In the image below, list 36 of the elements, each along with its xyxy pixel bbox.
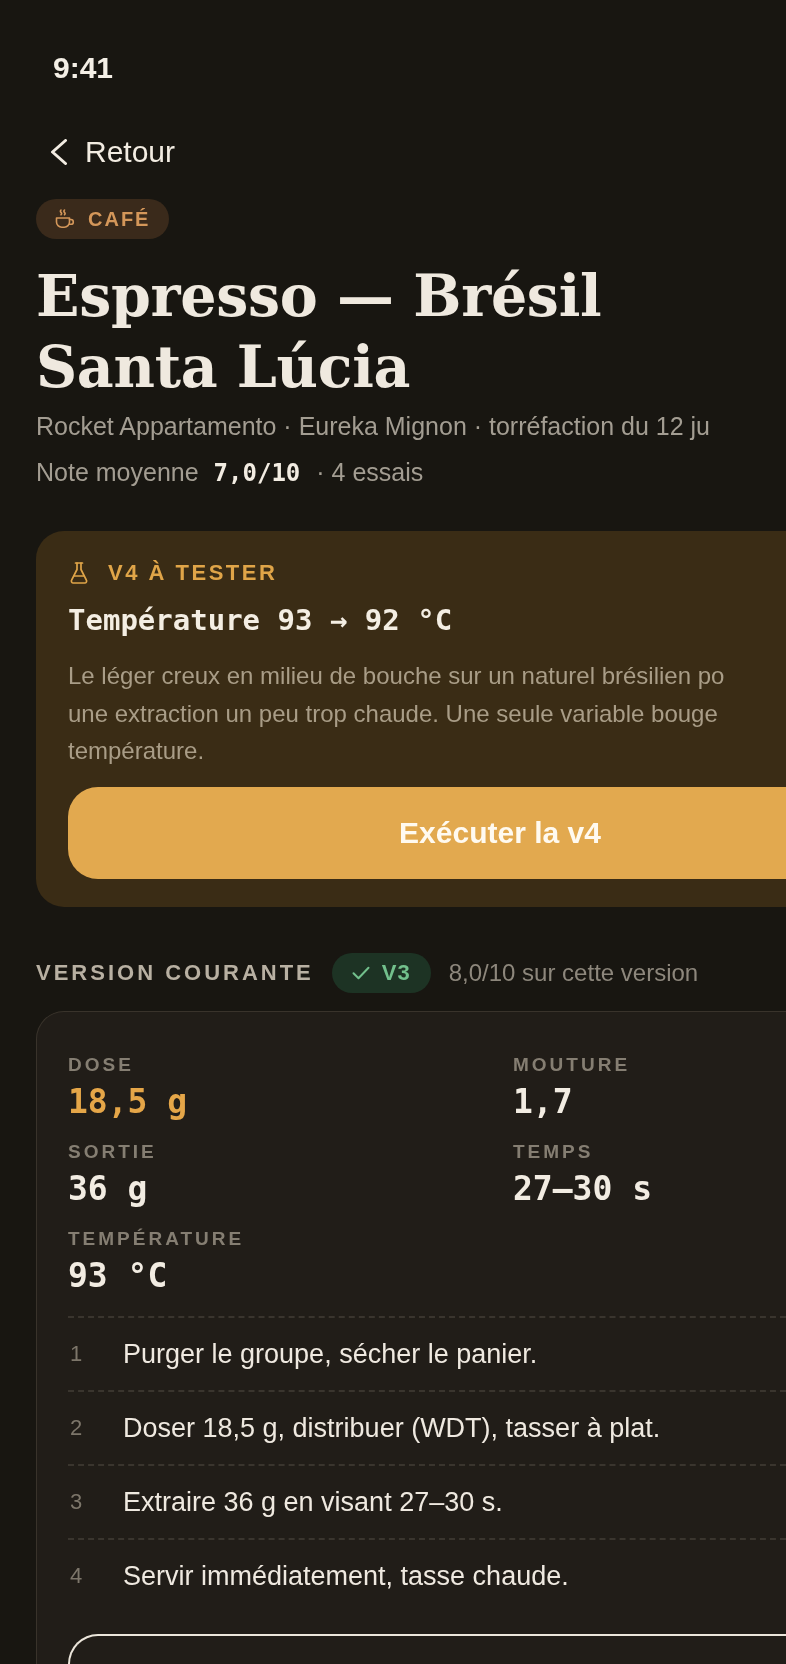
param-label: DOSE xyxy=(68,1053,134,1076)
step-number: 2 xyxy=(70,1413,83,1442)
step-text: Extraire 36 g en visant 27–30 s. xyxy=(123,1485,503,1519)
test-change: Température 93 → 92 °C xyxy=(68,602,454,638)
rating-label: Note moyenne xyxy=(36,457,199,488)
step-number: 1 xyxy=(70,1339,83,1368)
param-label: SORTIE xyxy=(68,1140,157,1163)
step-text: Servir immédiatement, tasse chaude. xyxy=(123,1559,569,1593)
version-label: V3 xyxy=(381,958,411,987)
step-number: 3 xyxy=(70,1487,83,1516)
param-value: 93 °C xyxy=(68,1256,168,1295)
cup-icon xyxy=(55,209,75,229)
param-value: 18,5 g xyxy=(68,1082,188,1121)
test-rationale: Le léger creux en milieu de bouche sur un naturel brésilien po une extraction un peu trop chaude. Une seule variable bouge température. xyxy=(68,661,725,766)
rating-value: 7,0/10 xyxy=(213,458,301,489)
chevron-left-icon xyxy=(50,139,68,165)
param-value: 1,7 xyxy=(513,1082,573,1121)
step-text: Purger le groupe, sécher le panier. xyxy=(123,1337,538,1371)
back-button[interactable]: Retour xyxy=(50,128,176,176)
param-value: 36 g xyxy=(68,1169,148,1208)
param-label: TEMPÉRATURE xyxy=(68,1227,245,1250)
recipe-title: Espresso — Brésil Santa Lúcia xyxy=(36,261,603,402)
category-label: CAFÉ xyxy=(88,207,151,231)
step-text: Doser 18,5 g, distribuer (WDT), tasser à plat. xyxy=(123,1411,661,1445)
section-heading: VERSION COURANTE xyxy=(36,958,314,987)
param-label: MOUTURE xyxy=(513,1053,631,1076)
recipe-subtitle: Rocket Appartamento · Eureka Mignon · torréfaction du 12 ju xyxy=(36,411,711,442)
check-icon xyxy=(351,965,370,980)
flask-icon xyxy=(70,562,88,584)
status-time: 9:41 xyxy=(53,50,114,86)
trial-count: · 4 essais xyxy=(316,457,424,488)
step-number: 4 xyxy=(70,1561,83,1590)
version-score: 8,0/10 sur cette version xyxy=(448,957,699,988)
test-label: V4 À TESTER xyxy=(108,559,278,587)
param-label: TEMPS xyxy=(513,1140,594,1163)
param-value: 27–30 s xyxy=(513,1169,653,1208)
